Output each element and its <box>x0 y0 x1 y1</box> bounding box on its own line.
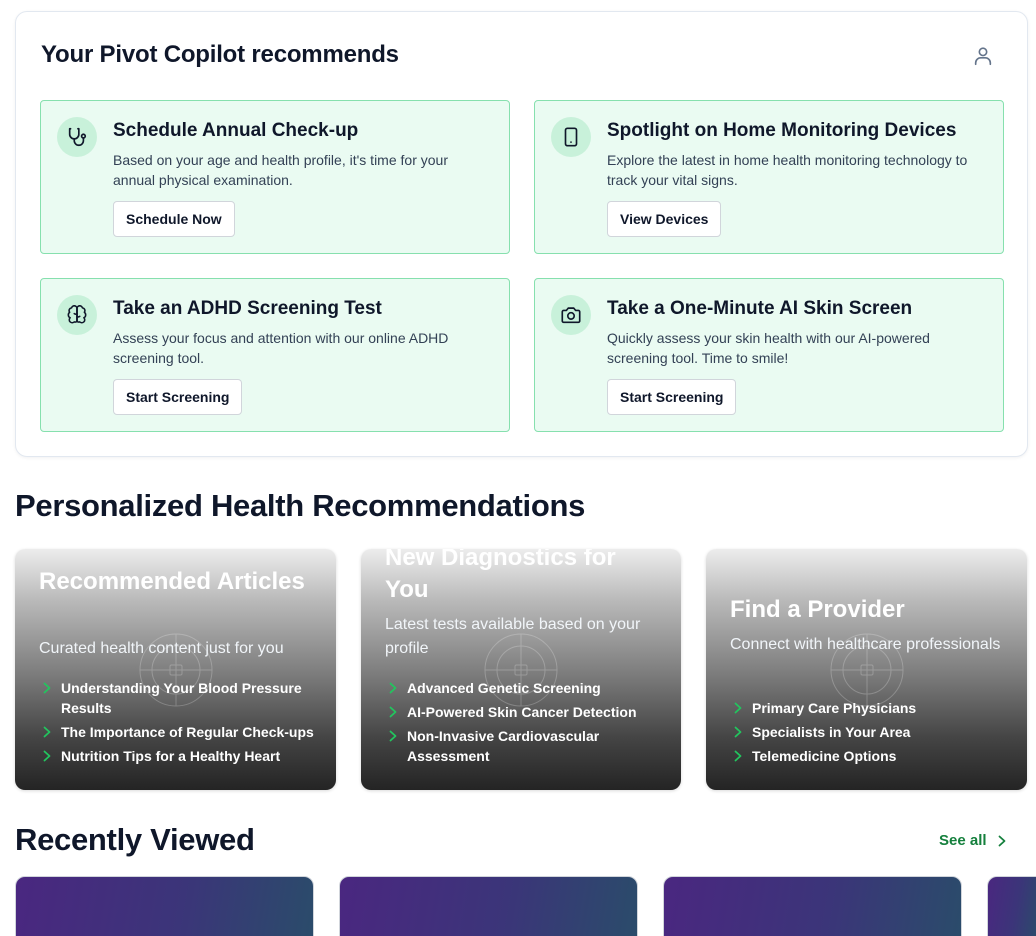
recently-viewed-card[interactable] <box>15 876 314 936</box>
card-title: Find a Provider <box>730 596 905 623</box>
see-all-link[interactable]: See all <box>939 832 1009 849</box>
recommendation-card-devices: Spotlight on Home Monitoring Devices Exp… <box>534 100 1004 254</box>
brain-icon <box>57 295 97 335</box>
view-devices-button[interactable]: View Devices <box>607 201 722 237</box>
chevron-right-icon <box>389 682 397 694</box>
provider-list: Primary Care Physicians Specialists in Y… <box>730 698 1010 770</box>
list-item[interactable]: Telemedicine Options <box>730 746 1010 766</box>
list-item-label: Non-Invasive Cardiovascular Assessment <box>407 728 600 764</box>
card-title: Recommended Articles <box>39 568 305 595</box>
chevron-right-icon <box>43 682 51 694</box>
recommendation-title: Take a One-Minute AI Skin Screen <box>607 298 913 319</box>
start-screening-adhd-button[interactable]: Start Screening <box>113 379 243 415</box>
recommended-articles-card[interactable]: Recommended Articles Curated health cont… <box>15 549 336 790</box>
chevron-right-icon <box>43 726 51 738</box>
list-item-label: Nutrition Tips for a Healthy Heart <box>61 748 281 764</box>
list-item-label: Telemedicine Options <box>752 748 897 764</box>
recommendation-title: Schedule Annual Check-up <box>113 120 359 141</box>
list-item[interactable]: The Importance of Regular Check-ups <box>39 722 319 742</box>
start-screening-skin-button[interactable]: Start Screening <box>607 379 737 415</box>
list-item-label: Primary Care Physicians <box>752 700 917 716</box>
diagnostics-list: Advanced Genetic Screening AI-Powered Sk… <box>385 678 665 770</box>
list-item[interactable]: AI-Powered Skin Cancer Detection <box>385 702 665 722</box>
list-item[interactable]: Understanding Your Blood Pressure Result… <box>39 678 319 718</box>
recommendation-description: Assess your focus and attention with our… <box>113 330 449 366</box>
new-diagnostics-card[interactable]: New Diagnostics for You Latest tests ava… <box>361 549 681 790</box>
see-all-label: See all <box>939 832 987 849</box>
chevron-right-icon <box>734 750 742 762</box>
recommendation-card-skin: Take a One-Minute AI Skin Screen Quickly… <box>534 278 1004 432</box>
recommendation-title: Take an ADHD Screening Test <box>113 298 382 319</box>
find-provider-card[interactable]: Find a Provider Connect with healthcare … <box>706 549 1027 790</box>
tablet-icon <box>551 117 591 157</box>
list-item-label: AI-Powered Skin Cancer Detection <box>407 704 637 720</box>
card-title: New Diagnostics for You <box>385 549 616 603</box>
article-list: Understanding Your Blood Pressure Result… <box>39 678 319 770</box>
recommendation-description: Based on your age and health profile, it… <box>113 152 448 188</box>
copilot-title: Your Pivot Copilot recommends <box>41 41 399 68</box>
personalized-section-title: Personalized Health Recommendations <box>15 488 586 523</box>
recommendation-card-checkup: Schedule Annual Check-up Based on your a… <box>40 100 510 254</box>
card-subtitle: Latest tests available based on your pro… <box>385 616 641 657</box>
chevron-right-icon <box>389 706 397 718</box>
list-item[interactable]: Specialists in Your Area <box>730 722 1010 742</box>
recommendation-description: Quickly assess your skin health with our… <box>607 330 930 366</box>
camera-icon <box>551 295 591 335</box>
card-subtitle: Connect with healthcare professionals <box>730 636 1001 653</box>
recently-viewed-card[interactable] <box>339 876 638 936</box>
schedule-now-button[interactable]: Schedule Now <box>113 201 235 237</box>
recently-viewed-card[interactable] <box>663 876 962 936</box>
list-item-label: The Importance of Regular Check-ups <box>61 724 314 740</box>
recently-viewed-card[interactable] <box>987 876 1036 936</box>
recommendation-title: Spotlight on Home Monitoring Devices <box>607 120 957 141</box>
stethoscope-icon <box>57 117 97 157</box>
recommendation-card-adhd: Take an ADHD Screening Test Assess your … <box>40 278 510 432</box>
list-item[interactable]: Non-Invasive Cardiovascular Assessment <box>385 726 665 766</box>
recently-viewed-title: Recently Viewed <box>15 822 255 857</box>
chevron-right-icon <box>43 750 51 762</box>
recommendation-description: Explore the latest in home health monito… <box>607 152 968 188</box>
chevron-right-icon <box>998 835 1005 846</box>
chevron-right-icon <box>389 730 397 742</box>
list-item-label: Understanding Your Blood Pressure Result… <box>61 680 302 716</box>
chevron-right-icon <box>734 726 742 738</box>
copilot-panel: Your Pivot Copilot recommends Schedule A… <box>15 11 1028 457</box>
list-item-label: Advanced Genetic Screening <box>407 680 601 696</box>
list-item[interactable]: Advanced Genetic Screening <box>385 678 665 698</box>
list-item[interactable]: Primary Care Physicians <box>730 698 1010 718</box>
list-item[interactable]: Nutrition Tips for a Healthy Heart <box>39 746 319 766</box>
card-subtitle: Curated health content just for you <box>39 640 284 657</box>
list-item-label: Specialists in Your Area <box>752 724 911 740</box>
chevron-right-icon <box>734 702 742 714</box>
user-icon[interactable] <box>972 45 994 67</box>
